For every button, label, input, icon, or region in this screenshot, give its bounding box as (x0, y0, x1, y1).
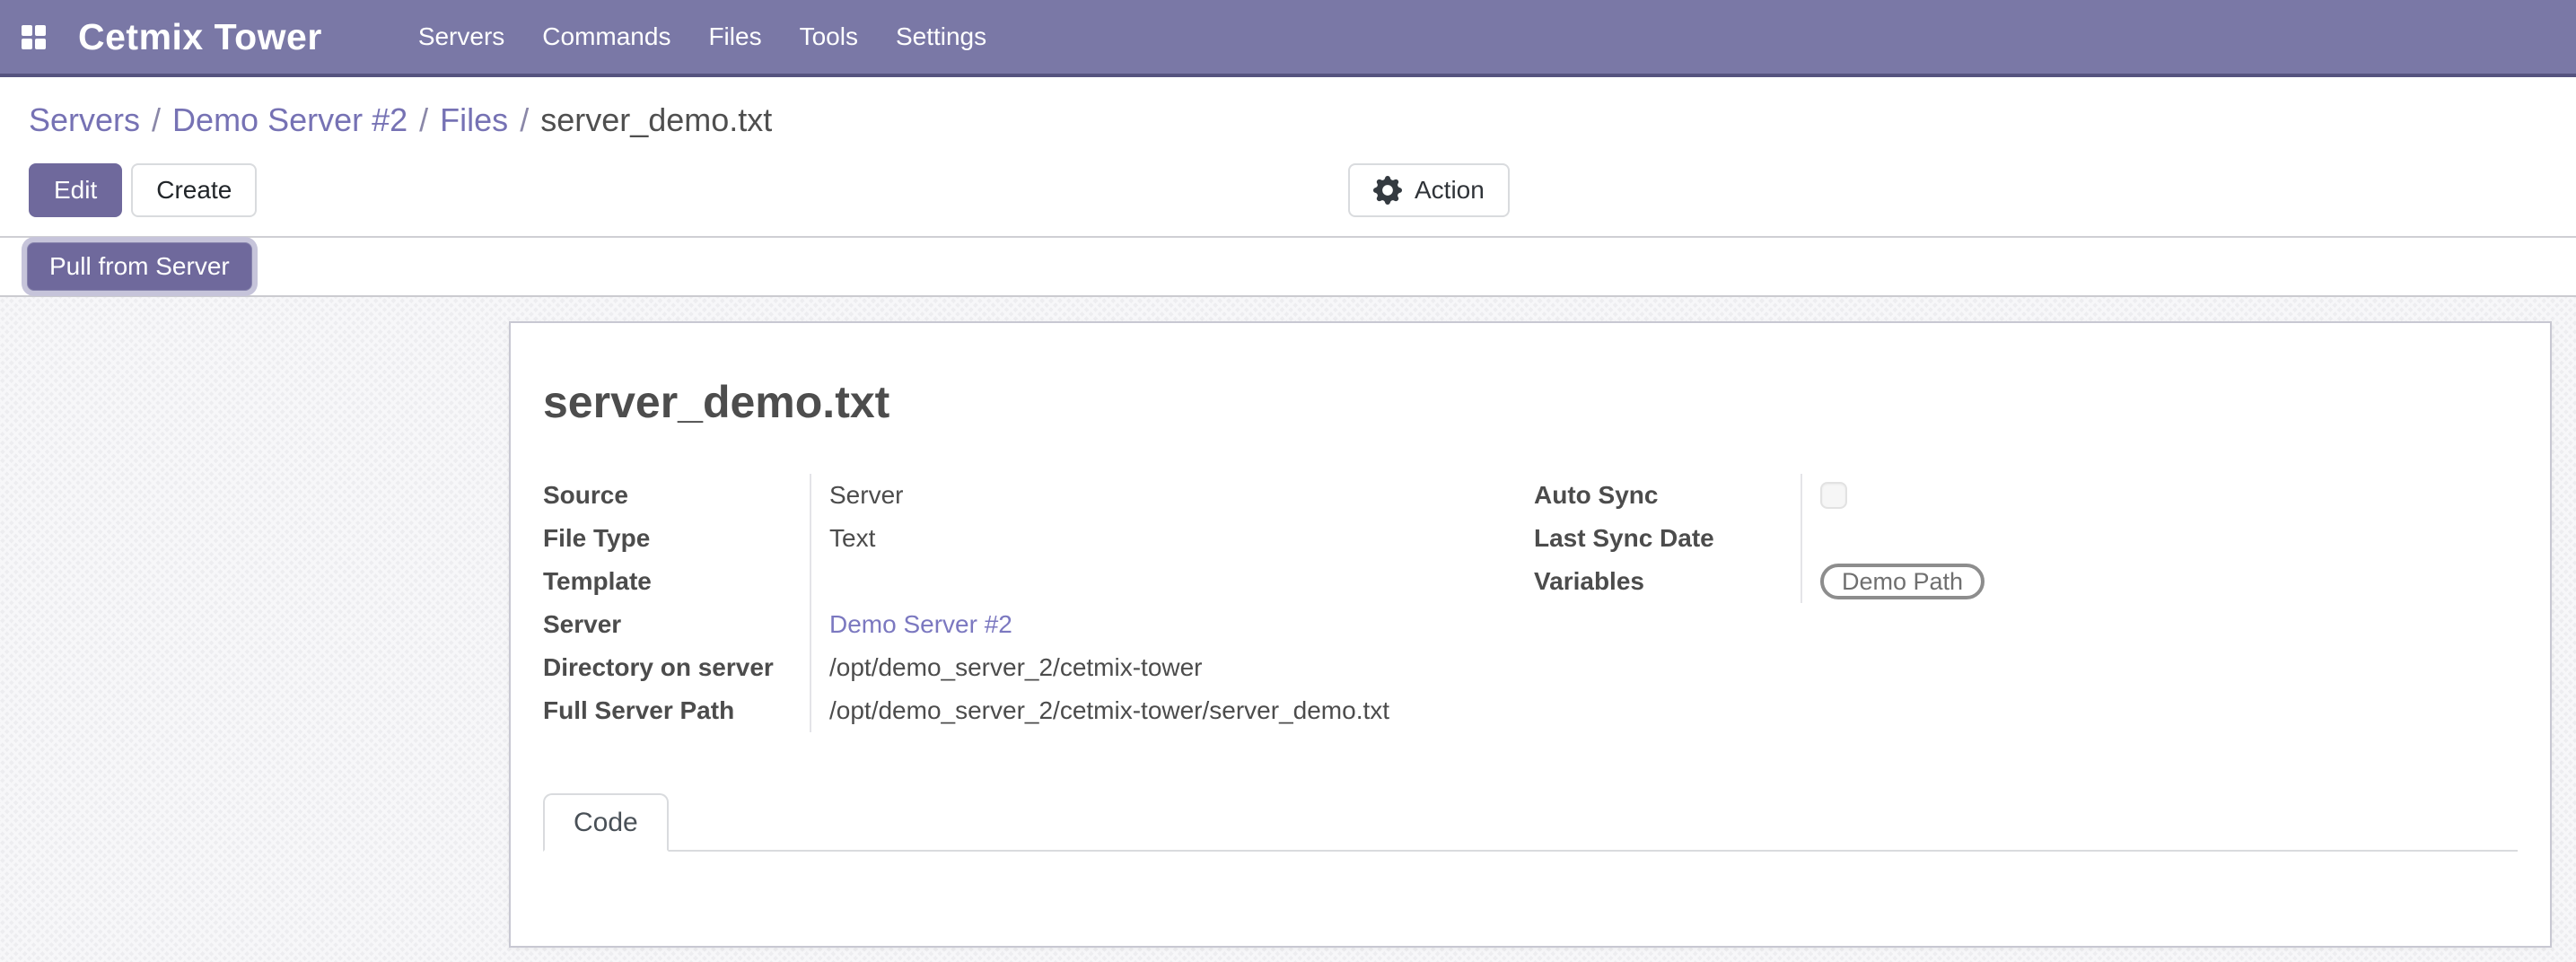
variable-tag[interactable]: Demo Path (1820, 564, 1985, 599)
field-row-full-path: Full Server Path /opt/demo_server_2/cetm… (543, 689, 1534, 732)
menu-item-servers[interactable]: Servers (399, 0, 523, 75)
field-value: /opt/demo_server_2/cetmix-tower/server_d… (810, 689, 1534, 732)
form-sheet: server_demo.txt Source Server File Type … (509, 321, 2552, 948)
menu-item-commands[interactable]: Commands (523, 0, 689, 75)
field-group-right: Auto Sync Last Sync Date Variables Demo … (1534, 474, 2180, 732)
field-value: Server (810, 474, 1534, 517)
field-label: Source (543, 481, 810, 510)
server-record-link[interactable]: Demo Server #2 (829, 610, 1012, 639)
field-label: Last Sync Date (1534, 524, 1801, 553)
field-value: Demo Path (1801, 560, 2180, 603)
field-label: Template (543, 567, 810, 596)
field-label: Auto Sync (1534, 481, 1801, 510)
field-row-last-sync-date: Last Sync Date (1534, 517, 2180, 560)
menu-item-tools[interactable]: Tools (781, 0, 877, 75)
field-label: Full Server Path (543, 696, 810, 725)
top-navbar: Cetmix Tower Servers Commands Files Tool… (0, 0, 2576, 77)
control-panel: Servers / Demo Server #2 / Files / server_demo… (0, 77, 2576, 236)
field-group-left: Source Server File Type Text Template Se… (543, 474, 1534, 732)
breadcrumb: Servers / Demo Server #2 / Files / server_demo… (29, 101, 2576, 140)
action-button[interactable]: Action (1348, 163, 1510, 217)
app-window: Cetmix Tower Servers Commands Files Tool… (0, 0, 2576, 962)
main-menu: Servers Commands Files Tools Settings (399, 0, 1005, 75)
sheet-background: server_demo.txt Source Server File Type … (0, 297, 2576, 962)
breadcrumb-separator: / (419, 101, 428, 138)
field-row-variables: Variables Demo Path (1534, 560, 2180, 603)
breadcrumb-link-files[interactable]: Files (440, 101, 508, 138)
create-button[interactable]: Create (131, 163, 257, 217)
breadcrumb-separator: / (152, 101, 161, 138)
field-row-template: Template (543, 560, 1534, 603)
breadcrumb-link-demo-server[interactable]: Demo Server #2 (172, 101, 407, 138)
breadcrumb-current: server_demo.txt (540, 101, 772, 138)
field-row-server: Server Demo Server #2 (543, 603, 1534, 646)
apps-menu-button[interactable] (16, 20, 51, 55)
field-label: File Type (543, 524, 810, 553)
menu-item-files[interactable]: Files (689, 0, 780, 75)
field-row-file-type: File Type Text (543, 517, 1534, 560)
field-value (810, 560, 1534, 603)
record-title: server_demo.txt (543, 373, 2518, 431)
field-value: /opt/demo_server_2/cetmix-tower (810, 646, 1534, 689)
button-row: Edit Create Action (29, 163, 2576, 217)
tab-code[interactable]: Code (543, 793, 669, 852)
notebook-tabs: Code (543, 793, 2518, 852)
field-groups: Source Server File Type Text Template Se… (543, 474, 2518, 732)
field-label: Variables (1534, 567, 1801, 596)
field-row-auto-sync: Auto Sync (1534, 474, 2180, 517)
field-label: Server (543, 610, 810, 639)
gear-icon (1373, 176, 1402, 205)
field-row-directory: Directory on server /opt/demo_server_2/c… (543, 646, 1534, 689)
brand-title[interactable]: Cetmix Tower (78, 16, 322, 58)
field-row-source: Source Server (543, 474, 1534, 517)
field-value: Demo Server #2 (810, 603, 1534, 646)
menu-item-settings[interactable]: Settings (877, 0, 1005, 75)
auto-sync-checkbox[interactable] (1820, 482, 1847, 509)
form-statusbar: Pull from Server (0, 236, 2576, 297)
field-value: Text (810, 517, 1534, 560)
apps-grid-icon (22, 25, 46, 49)
pull-from-server-button[interactable]: Pull from Server (27, 242, 252, 291)
field-label: Directory on server (543, 653, 810, 682)
action-button-label: Action (1415, 176, 1485, 205)
field-value (1801, 517, 2180, 560)
edit-button[interactable]: Edit (29, 163, 122, 217)
field-value (1801, 474, 2180, 517)
breadcrumb-link-servers[interactable]: Servers (29, 101, 140, 138)
breadcrumb-separator: / (520, 101, 529, 138)
